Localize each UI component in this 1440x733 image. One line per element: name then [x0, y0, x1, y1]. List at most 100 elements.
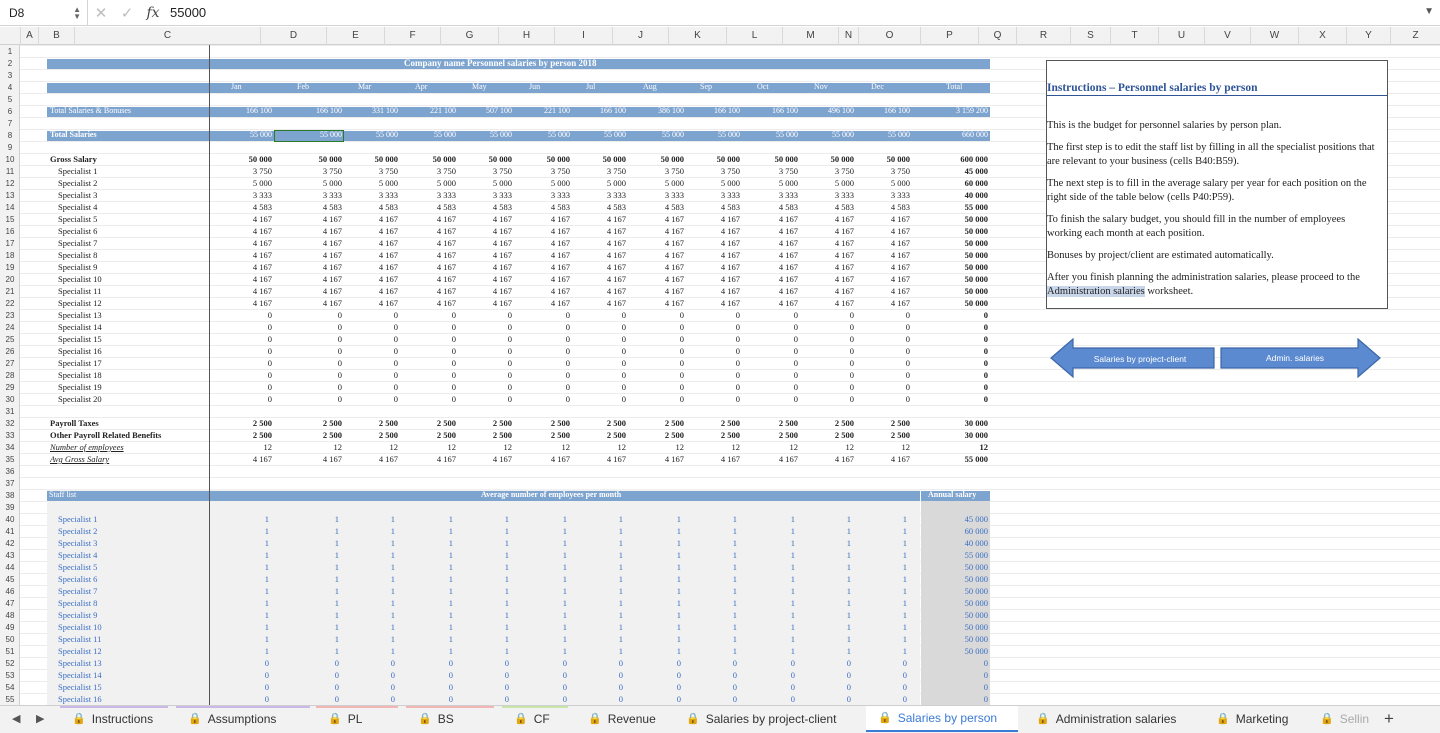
employee-count-input[interactable]: 0 [397, 657, 453, 669]
employee-count-input[interactable]: 1 [625, 573, 681, 585]
cell-value[interactable]: 55 000 [514, 129, 570, 141]
cell-value[interactable]: 2 500 [742, 417, 798, 429]
cell-value[interactable]: 55 000 [932, 453, 988, 465]
cell-value[interactable]: 0 [570, 345, 626, 357]
cell-value[interactable]: 5 000 [684, 177, 740, 189]
employee-count-input[interactable]: 1 [213, 537, 269, 549]
cell-value[interactable]: 4 167 [628, 249, 684, 261]
employee-count-input[interactable]: 1 [851, 597, 907, 609]
cell-value[interactable]: 4 167 [514, 237, 570, 249]
cell-value[interactable]: 0 [684, 345, 740, 357]
cell-value[interactable]: 4 167 [400, 237, 456, 249]
employee-count-input[interactable]: 1 [739, 513, 795, 525]
column-header[interactable]: E [326, 27, 384, 45]
cell-value[interactable]: 2 500 [216, 417, 272, 429]
cell-value[interactable]: 0 [742, 381, 798, 393]
cell-value[interactable]: 0 [342, 309, 398, 321]
row-header[interactable]: 45 [0, 574, 20, 586]
row-header[interactable]: 33 [0, 430, 20, 442]
cell-value[interactable]: 0 [932, 357, 988, 369]
cell-value[interactable]: 3 333 [342, 189, 398, 201]
annual-salary-input[interactable]: 50 000 [932, 561, 988, 573]
column-header[interactable]: B [38, 27, 74, 45]
employee-count-input[interactable]: 1 [739, 525, 795, 537]
employee-count-input[interactable]: 0 [567, 669, 623, 681]
row-header[interactable]: 37 [0, 478, 20, 490]
cell-value[interactable]: 4 167 [684, 225, 740, 237]
cell-value[interactable]: 0 [854, 309, 910, 321]
employee-count-input[interactable]: 1 [567, 621, 623, 633]
cell-value[interactable]: 0 [286, 321, 342, 333]
cell-value[interactable]: 3 333 [684, 189, 740, 201]
employee-count-input[interactable]: 1 [567, 573, 623, 585]
cell-value[interactable]: 4 583 [742, 201, 798, 213]
cell-value[interactable]: 4 167 [216, 249, 272, 261]
employee-count-input[interactable]: 1 [283, 585, 339, 597]
annual-salary-input[interactable]: 0 [932, 657, 988, 669]
employee-count-input[interactable]: 1 [567, 537, 623, 549]
cell-value[interactable]: 0 [514, 393, 570, 405]
staff-name-input[interactable]: Specialist 9 [58, 609, 97, 621]
cell-value[interactable]: 5 000 [742, 177, 798, 189]
column-header[interactable]: Z [1390, 27, 1440, 45]
cell-value[interactable]: 0 [684, 321, 740, 333]
cell-value[interactable]: 0 [570, 333, 626, 345]
staff-name-input[interactable]: Specialist 5 [58, 561, 97, 573]
staff-name-input[interactable]: Specialist 4 [58, 549, 97, 561]
employee-count-input[interactable]: 1 [681, 513, 737, 525]
row-header[interactable]: 54 [0, 682, 20, 694]
expand-formula-bar-icon[interactable]: ▼ [1424, 6, 1434, 17]
cell-value[interactable]: 4 167 [798, 225, 854, 237]
employee-count-input[interactable]: 1 [511, 609, 567, 621]
employee-count-input[interactable]: 1 [625, 549, 681, 561]
employee-count-input[interactable]: 1 [739, 561, 795, 573]
employee-count-input[interactable]: 1 [795, 609, 851, 621]
column-header[interactable]: J [612, 27, 668, 45]
cell-value[interactable]: 0 [514, 345, 570, 357]
employee-count-input[interactable]: 1 [625, 537, 681, 549]
staff-name-input[interactable]: Specialist 15 [58, 681, 102, 693]
cell-value[interactable]: 5 000 [798, 177, 854, 189]
row-header[interactable]: 1 [0, 46, 20, 58]
cell-value[interactable]: 2 500 [570, 417, 626, 429]
employee-count-input[interactable]: 1 [567, 585, 623, 597]
cell-value[interactable]: 3 750 [456, 165, 512, 177]
employee-count-input[interactable]: 0 [453, 681, 509, 693]
employee-count-input[interactable]: 1 [283, 561, 339, 573]
cell-value[interactable]: 0 [400, 333, 456, 345]
employee-count-input[interactable]: 1 [739, 645, 795, 657]
employee-count-input[interactable]: 1 [851, 513, 907, 525]
cell-value[interactable]: 5 000 [854, 177, 910, 189]
cell-value[interactable]: 4 167 [742, 453, 798, 465]
row-header[interactable]: 47 [0, 598, 20, 610]
sheet-tab[interactable]: 🔒 Sellin [1308, 706, 1369, 732]
row-header[interactable]: 31 [0, 406, 20, 418]
cell-value[interactable]: 4 583 [570, 201, 626, 213]
cell-value[interactable]: 507 100 [456, 105, 512, 117]
employee-count-input[interactable]: 1 [397, 537, 453, 549]
employee-count-input[interactable]: 1 [739, 609, 795, 621]
employee-count-input[interactable]: 0 [625, 669, 681, 681]
cell-value[interactable]: 2 500 [400, 417, 456, 429]
selected-cell-border[interactable] [274, 130, 344, 142]
employee-count-input[interactable]: 0 [397, 693, 453, 705]
formula-input[interactable]: 55000 [166, 5, 206, 20]
cell-value[interactable]: 0 [286, 345, 342, 357]
column-header[interactable]: I [554, 27, 612, 45]
cell-value[interactable]: 0 [854, 393, 910, 405]
employee-count-input[interactable]: 1 [681, 609, 737, 621]
cell-value[interactable]: 4 167 [286, 285, 342, 297]
cell-value[interactable]: 660 000 [932, 129, 988, 141]
cell-value[interactable]: 50 000 [514, 153, 570, 165]
cell-value[interactable]: 0 [742, 345, 798, 357]
cell-value[interactable]: 4 583 [798, 201, 854, 213]
cell-value[interactable]: 2 500 [286, 417, 342, 429]
cell-value[interactable]: 50 000 [932, 249, 988, 261]
row-header[interactable]: 19 [0, 262, 20, 274]
cell-value[interactable]: 4 167 [400, 273, 456, 285]
cell-value[interactable]: 4 167 [854, 297, 910, 309]
cell-value[interactable]: 0 [342, 369, 398, 381]
cell-value[interactable]: 0 [798, 381, 854, 393]
cell-value[interactable]: 2 500 [742, 429, 798, 441]
cell-value[interactable]: 4 167 [854, 213, 910, 225]
